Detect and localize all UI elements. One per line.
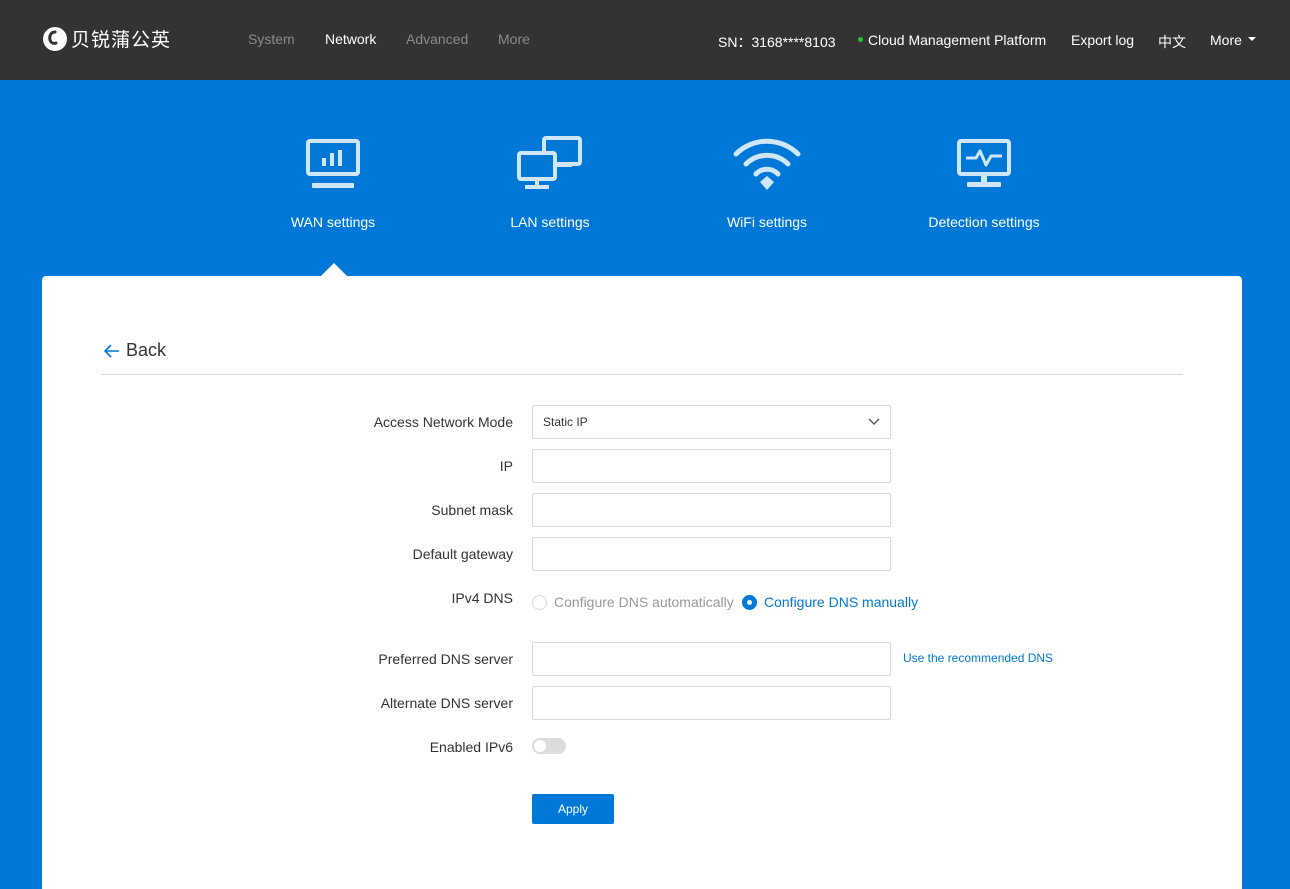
access-mode-select[interactable]: Static IP (532, 405, 891, 439)
tab-wifi-settings[interactable]: WiFi settings (677, 130, 857, 230)
dns-manual-radio[interactable]: Configure DNS manually (742, 594, 918, 610)
gateway-input[interactable] (532, 537, 891, 571)
back-label: Back (126, 340, 167, 360)
active-tab-pointer (321, 263, 347, 276)
tab-detection-label: Detection settings (928, 214, 1040, 230)
tab-wifi-label: WiFi settings (726, 214, 808, 230)
more-menu[interactable]: More (1210, 32, 1256, 48)
preferred-dns-input[interactable] (532, 642, 891, 676)
back-button[interactable]: Back (104, 340, 166, 361)
brand-name: 贝锐蒲公英 (71, 29, 172, 51)
monitor-chart-icon (306, 139, 360, 188)
dns-auto-radio[interactable]: Configure DNS automatically (532, 594, 734, 610)
cloud-platform-label: Cloud Management Platform (868, 32, 1047, 48)
radio-unchecked-icon (532, 594, 547, 610)
brand-logo[interactable]: 贝锐蒲公英 (42, 25, 171, 52)
use-recommended-dns-link[interactable]: Use the recommended DNS (903, 651, 1053, 665)
alternate-dns-input[interactable] (532, 686, 891, 720)
tab-wan-settings[interactable]: WAN settings (243, 130, 423, 230)
cloud-platform-link[interactable]: Cloud Management Platform (858, 32, 1046, 48)
access-mode-label: Access Network Mode (373, 414, 513, 430)
serial-number: SN：3168****8103 (718, 34, 836, 50)
top-bar: 贝锐蒲公英 System Network Advanced More SN：31… (0, 0, 1290, 80)
dns-manual-label: Configure DNS manually (764, 594, 919, 610)
tab-lan-label: LAN settings (510, 214, 590, 230)
tab-detection-settings[interactable]: Detection settings (894, 130, 1074, 230)
subnet-mask-label: Subnet mask (431, 502, 513, 518)
radio-checked-icon (742, 594, 757, 610)
dns-auto-label: Configure DNS automatically (554, 594, 734, 610)
ip-label: IP (499, 458, 513, 474)
tab-wan-label: WAN settings (290, 214, 376, 230)
language-switch[interactable]: 中文 (1158, 32, 1186, 52)
ipv4-dns-label: IPv4 DNS (451, 590, 513, 606)
online-status-dot (858, 36, 863, 42)
ip-input[interactable] (532, 449, 891, 483)
lan-computers-icon (517, 136, 582, 189)
gateway-label: Default gateway (412, 546, 513, 562)
export-log-link[interactable]: Export log (1071, 32, 1134, 48)
ipv6-toggle[interactable] (532, 738, 566, 754)
tab-lan-settings[interactable]: LAN settings (460, 130, 640, 230)
nav-advanced[interactable]: Advanced (406, 31, 468, 47)
ipv6-label: Enabled IPv6 (429, 739, 513, 755)
more-menu-label: More (1210, 32, 1242, 48)
wan-settings-panel: Back Access Network Mode Static IP IP Su… (42, 276, 1242, 889)
divider (101, 374, 1183, 375)
apply-button[interactable]: Apply (532, 794, 614, 824)
logo-icon (43, 26, 67, 51)
preferred-dns-label: Preferred DNS server (378, 651, 513, 667)
toggle-knob (534, 740, 546, 752)
nav-network[interactable]: Network (325, 31, 376, 47)
nav-more[interactable]: More (498, 31, 530, 47)
nav-system[interactable]: System (248, 31, 295, 47)
wifi-icon (733, 138, 801, 190)
access-mode-value: Static IP (543, 415, 588, 429)
back-arrow-icon (104, 343, 119, 358)
monitor-pulse-icon (957, 139, 1011, 187)
caret-down-icon (1247, 37, 1256, 42)
alternate-dns-label: Alternate DNS server (380, 695, 513, 711)
subnet-mask-input[interactable] (532, 493, 891, 527)
chevron-down-icon (868, 418, 880, 425)
